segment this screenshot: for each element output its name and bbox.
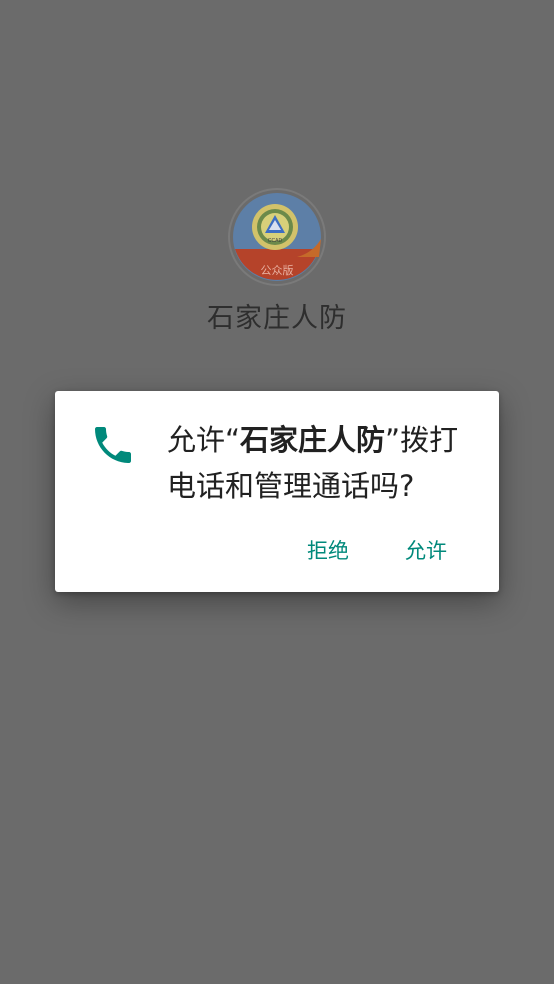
permission-message: 允许“石家庄人防”拨打电话和管理通话吗? (167, 417, 477, 509)
message-app-name: 石家庄人防 (240, 423, 386, 457)
dialog-actions: 拒绝 允许 (293, 531, 461, 569)
app-name: 石家庄人防 (207, 303, 347, 334)
allow-button[interactable]: 允许 (391, 531, 461, 569)
phone-icon (89, 421, 137, 469)
app-logo-image: CCAD 公众版 (228, 188, 326, 286)
app-logo: CCAD 公众版 (227, 187, 327, 287)
logo-caption-text: 公众版 (261, 263, 294, 277)
logo-badge-text: CCAD (268, 238, 283, 244)
screen: CCAD 公众版 石家庄人防 允许“石家庄人防”拨打电话和管理通话吗? 拒绝 允… (0, 0, 554, 984)
message-prefix: 允许“ (167, 423, 241, 457)
deny-button[interactable]: 拒绝 (293, 531, 363, 569)
permission-dialog: 允许“石家庄人防”拨打电话和管理通话吗? 拒绝 允许 (55, 391, 499, 592)
